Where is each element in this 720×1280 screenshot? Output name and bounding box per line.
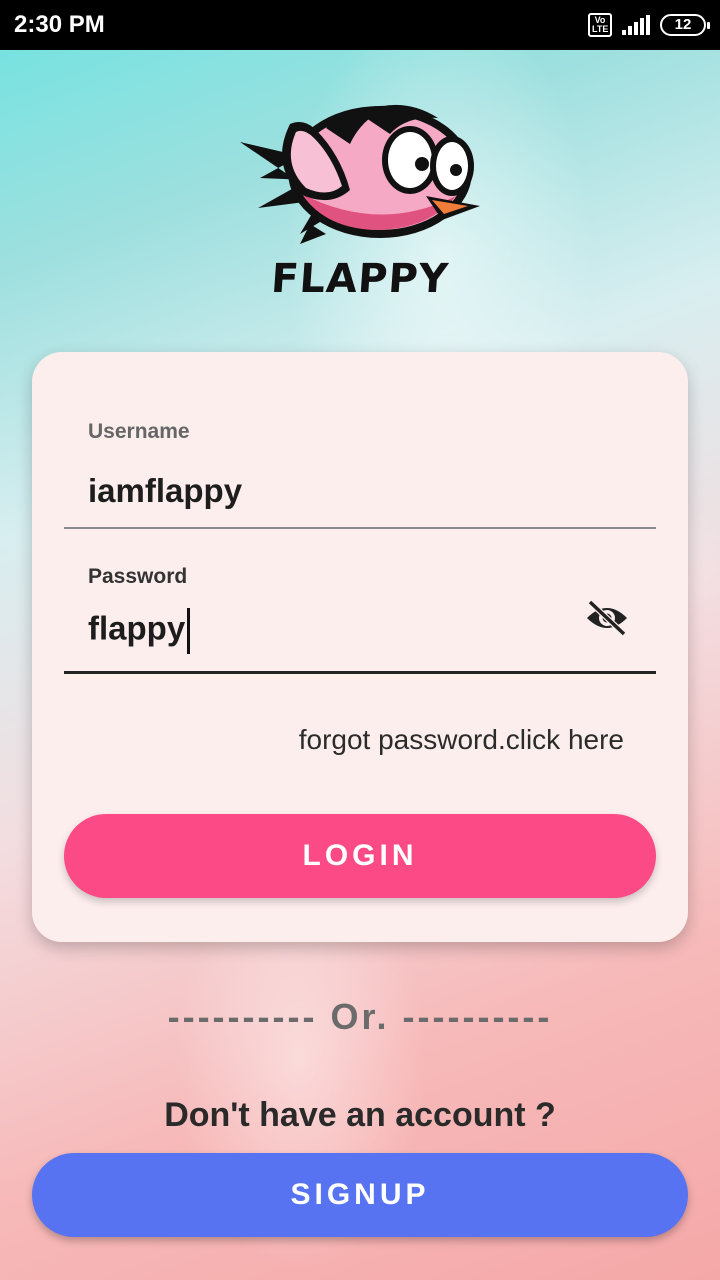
app-logo-text: FLAPPY [269,256,451,302]
battery-icon: 12 [660,14,710,36]
password-field[interactable]: flappy [88,608,191,654]
username-underline [64,527,656,529]
status-time: 2:30 PM [14,11,105,38]
password-label: Password [88,565,188,588]
flappy-bird-logo [240,104,480,244]
username-field[interactable]: iamflappy [88,472,242,510]
volte-icon: Vo LTE [588,13,612,37]
username-label: Username [88,420,190,443]
password-underline [64,671,656,674]
visibility-off-icon[interactable] [584,598,630,638]
signal-icon [622,15,650,35]
forgot-password-link[interactable]: forgot password.click here [299,724,624,756]
login-button[interactable]: LOGIN [64,814,656,898]
password-value: flappy [88,609,186,647]
text-cursor [187,608,191,654]
signup-button[interactable]: SIGNUP [32,1153,688,1237]
status-icons: Vo LTE 12 [588,13,710,37]
status-bar: 2:30 PM Vo LTE 12 [0,0,720,50]
no-account-text: Don't have an account ? [164,1096,556,1134]
login-card: Username iamflappy Password flappy forgo… [32,352,688,942]
or-divider: ---------- Or. ---------- [167,996,553,1037]
